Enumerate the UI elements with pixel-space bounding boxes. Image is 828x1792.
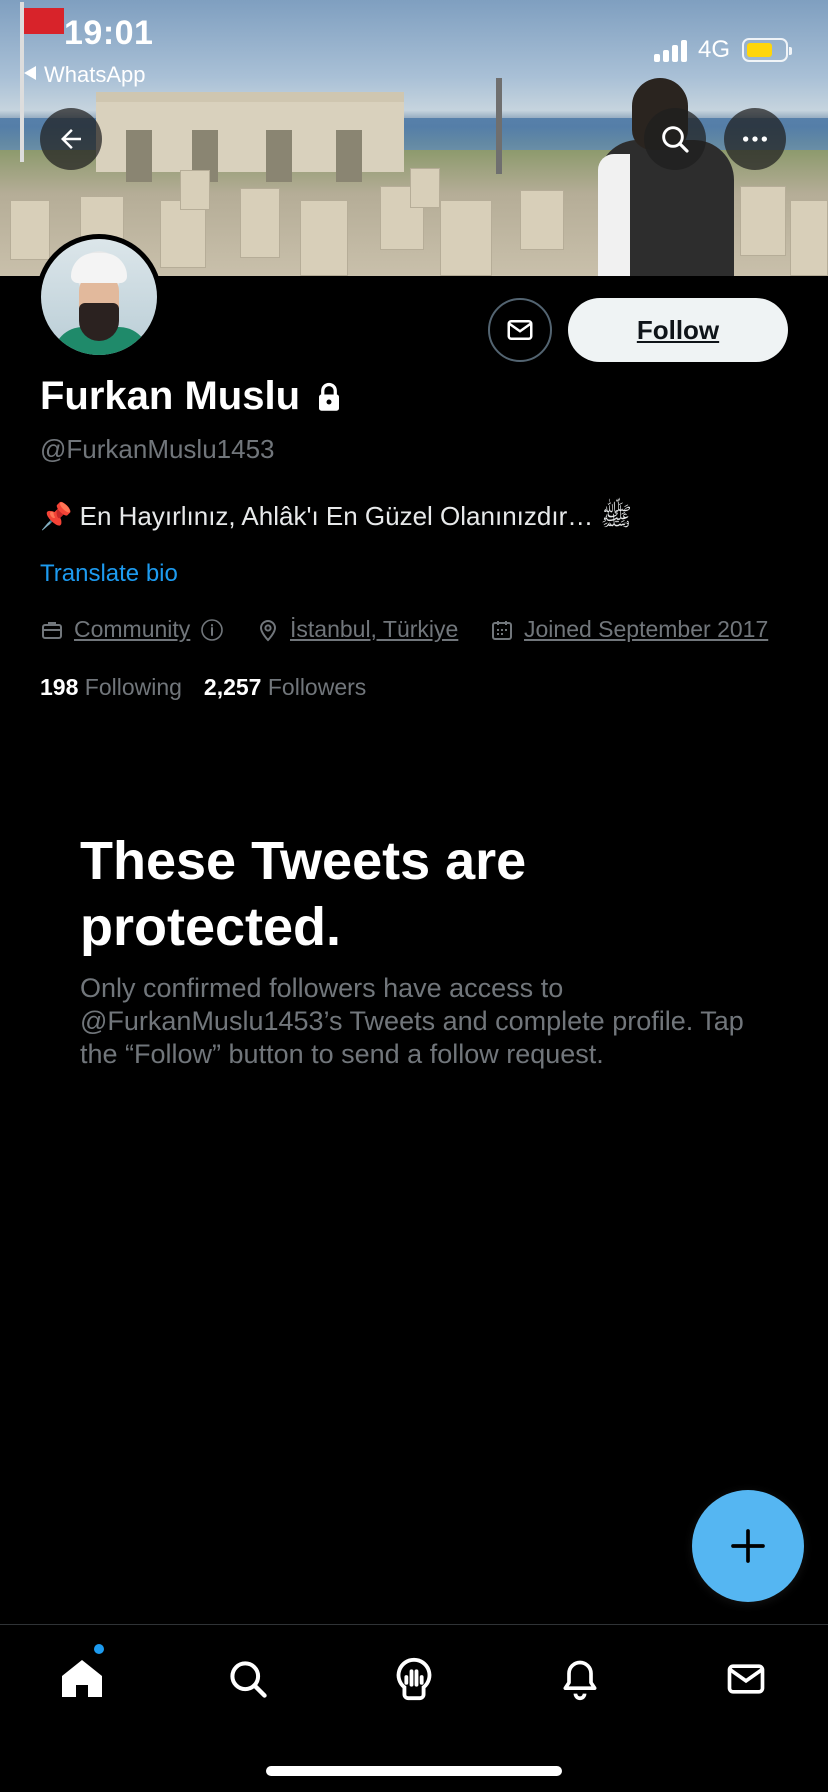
translate-bio-link[interactable]: Translate bio (40, 560, 178, 588)
notifications-icon (563, 1660, 597, 1701)
lock-icon (319, 382, 340, 411)
battery-fill (747, 43, 773, 57)
cellular-signal-icon (654, 38, 690, 62)
compose-tweet-button[interactable] (692, 1490, 804, 1602)
arrow-left-icon (61, 129, 81, 149)
back-button[interactable] (40, 108, 102, 170)
search-button[interactable] (644, 108, 706, 170)
banner-grave (240, 188, 280, 258)
message-button[interactable] (488, 298, 552, 362)
banner-grave (790, 200, 828, 276)
banner-grave (180, 170, 210, 210)
profile-handle: @FurkanMuslu1453 (40, 434, 275, 464)
search-icon (230, 1661, 267, 1698)
home-icon (62, 1660, 102, 1697)
briefcase-icon (42, 621, 62, 639)
followers-label: Followers (267, 674, 367, 700)
protected-description: Only confirmed followers have access to … (80, 973, 744, 1069)
banner-grave (410, 168, 440, 208)
location-pin-icon (259, 619, 277, 641)
home-indicator[interactable] (266, 1766, 562, 1776)
tab-home[interactable] (52, 1649, 112, 1709)
category-item[interactable]: Community (40, 616, 224, 643)
tab-messages[interactable] (716, 1649, 776, 1709)
back-triangle-icon (24, 66, 36, 80)
following-label: Following (84, 674, 182, 700)
messages-icon (727, 1664, 765, 1694)
joined-item[interactable]: Joined September 2017 (490, 616, 768, 643)
tab-spaces[interactable] (384, 1649, 444, 1709)
back-app-label: WhatsApp (44, 62, 146, 87)
protected-title: These Tweets are protected. (80, 831, 527, 957)
tab-notifications[interactable] (550, 1649, 610, 1709)
info-icon (201, 618, 224, 641)
banner-monument (96, 92, 404, 182)
followers-link[interactable]: 2,257 Followers (204, 674, 366, 701)
status-time: 19:01 (64, 14, 154, 52)
follow-counts: 198 Following 2,257 Followers (40, 674, 366, 701)
joined-label: Joined September 2017 (524, 616, 769, 642)
follow-button[interactable]: Follow (568, 298, 788, 362)
location-item[interactable]: İstanbul, Türkiye (256, 616, 458, 643)
banner-grave (740, 186, 786, 256)
back-to-app[interactable]: WhatsApp (24, 62, 146, 88)
profile-bio: 📌 En Hayırlınız, Ahlâk'ı En Güzel Olanın… (40, 501, 632, 531)
avatar[interactable] (36, 234, 162, 360)
battery-icon (742, 38, 792, 62)
calendar-icon (492, 620, 512, 640)
search-icon (662, 126, 689, 153)
followers-count: 2,257 (203, 674, 262, 700)
following-link[interactable]: 198 Following (40, 674, 182, 701)
more-icon (743, 136, 767, 142)
profile-name-row: Furkan Muslu (40, 374, 342, 419)
home-notification-dot (94, 1644, 104, 1654)
network-type: 4G (698, 36, 731, 63)
more-button[interactable] (724, 108, 786, 170)
plus-icon (731, 1529, 765, 1563)
banner-person (598, 78, 734, 276)
banner-grave (300, 200, 348, 276)
status-bar: 19:01 WhatsApp 4G (0, 0, 828, 100)
envelope-icon (507, 320, 533, 340)
banner-grave (160, 200, 206, 268)
spaces-icon (396, 1657, 432, 1701)
tab-search[interactable] (218, 1649, 278, 1709)
display-name: Furkan Muslu (40, 374, 301, 418)
banner-grave (440, 200, 492, 276)
following-count: 198 (40, 674, 79, 700)
banner-grave (520, 190, 564, 250)
category-label: Community (74, 616, 191, 642)
location-label: İstanbul, Türkiye (290, 616, 459, 642)
